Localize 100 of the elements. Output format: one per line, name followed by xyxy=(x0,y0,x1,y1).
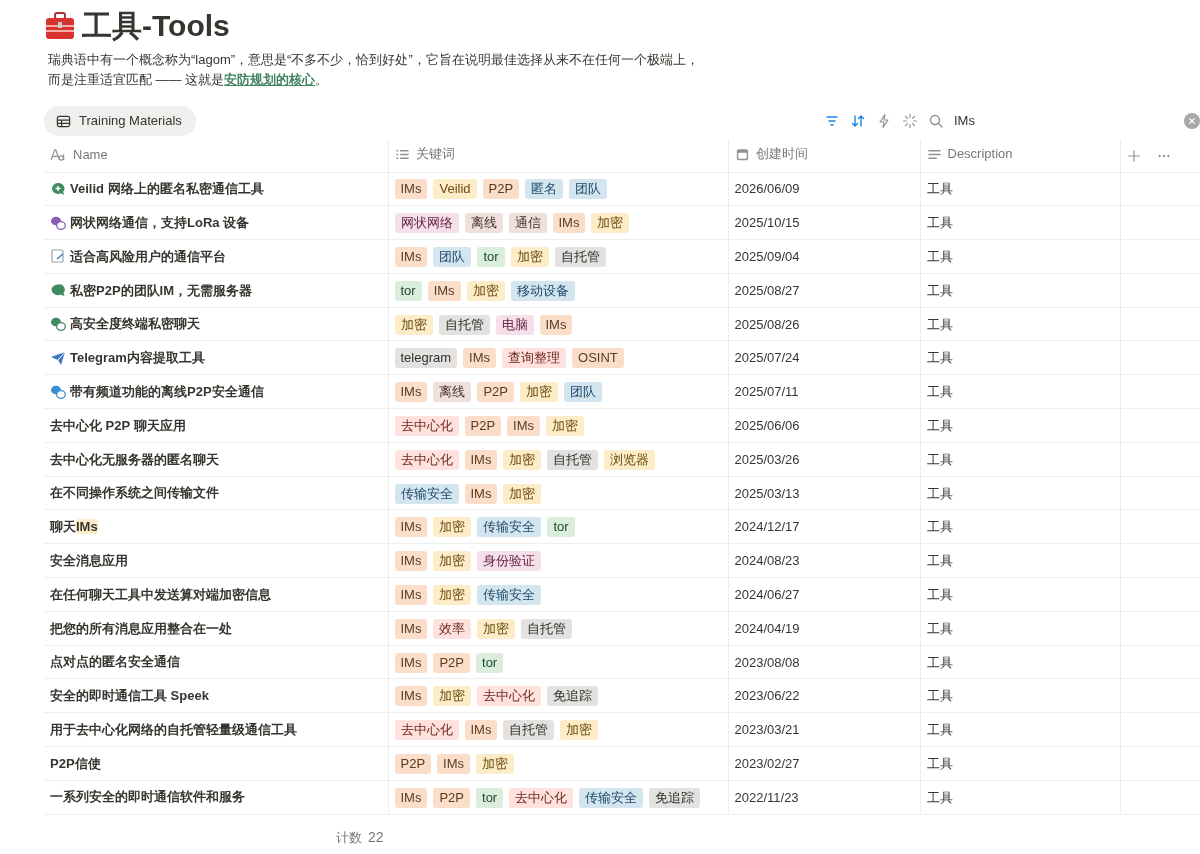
row-title[interactable]: 安全的即时通信工具 Speek xyxy=(50,686,209,706)
tag: IMs xyxy=(539,314,573,335)
tag: 匿名 xyxy=(525,179,564,200)
row-title[interactable]: 私密P2P的团队IM，无需服务器 xyxy=(70,280,252,301)
tag: 自托管 xyxy=(521,618,573,639)
tag: tor xyxy=(476,787,504,808)
description-cell: 工具 xyxy=(926,688,953,704)
row-title[interactable]: 去中心化无服务器的匿名聊天 xyxy=(50,449,219,469)
tag: 查询整理 xyxy=(502,348,567,369)
tag: IMs xyxy=(394,584,428,605)
tag: 加密 xyxy=(546,415,585,436)
clear-button[interactable] xyxy=(1184,113,1200,129)
row-title[interactable]: 在不同操作系统之间传输文件 xyxy=(50,483,219,503)
description-cell: 工具 xyxy=(926,654,953,670)
tag: IMs xyxy=(464,483,498,504)
description-cell: 工具 xyxy=(926,789,953,805)
description-cell: 工具 xyxy=(926,350,953,366)
row-title[interactable]: 在任何聊天工具中发送算对端加密信息 xyxy=(50,584,271,605)
column-header[interactable]: 创建时间 xyxy=(734,144,808,164)
row-title[interactable]: Veilid 网络上的匿名私密通信工具 xyxy=(70,179,264,199)
date-cell: 2025/09/04 xyxy=(734,249,800,264)
tag: P2P xyxy=(394,753,432,774)
row-title[interactable]: 聊天IMs xyxy=(50,517,98,537)
tag: IMs xyxy=(394,382,428,403)
column-header[interactable]: Description xyxy=(926,144,1013,164)
description-cell: 工具 xyxy=(926,417,953,433)
date-cell: 2024/04/19 xyxy=(734,620,800,636)
tag: tor xyxy=(477,247,505,267)
description-cell: 工具 xyxy=(926,181,953,197)
tag: IMs xyxy=(394,787,428,808)
tag: 离线 xyxy=(433,382,472,403)
page-description: 瑞典语中有一个概念称为“lagom”，意思是“不多不少，恰到好处”，它旨在说明最佳选择从来不在任何一个极端上， 而是注重适宜匹配 —— 这就是安防规划的核心。 xyxy=(48,51,700,89)
date-cell: 2022/11/23 xyxy=(734,789,799,805)
row-title[interactable]: 一系列安全的即时通信软件和服务 xyxy=(50,787,245,807)
tag: tor xyxy=(547,517,575,538)
description-cell: 工具 xyxy=(926,215,953,231)
tag: IMs xyxy=(394,652,428,673)
row-title[interactable]: 安全消息应用 xyxy=(50,550,128,571)
tag: 浏览器 xyxy=(604,449,656,470)
description-cell: 工具 xyxy=(926,451,953,467)
filter-icon[interactable] xyxy=(824,113,840,129)
date-cell: 2023/03/21 xyxy=(734,722,800,738)
column-header[interactable]: 关键词 xyxy=(394,144,455,164)
column-header[interactable]: Name xyxy=(50,144,108,165)
row-title[interactable]: Telegram内容提取工具 xyxy=(70,348,205,368)
tag: IMs xyxy=(427,280,461,301)
tag: 加密 xyxy=(433,584,472,605)
tag: Veilid xyxy=(433,179,477,200)
tag: 离线 xyxy=(464,213,503,234)
date-cell: 2023/06/22 xyxy=(734,688,800,704)
tag: P2P xyxy=(477,382,515,403)
row-title[interactable]: 网状网络通信，支持LoRa 设备 xyxy=(70,212,250,233)
tag: 自托管 xyxy=(554,247,606,267)
tag: 加密 xyxy=(466,280,505,301)
sparkle-icon[interactable] xyxy=(902,113,918,129)
tag: 免追踪 xyxy=(649,787,701,808)
tag: 传输安全 xyxy=(579,787,644,808)
row-title[interactable]: 带有频道功能的离线P2P安全通信 xyxy=(70,381,264,402)
row-title[interactable]: 把您的所有消息应用整合在一处 xyxy=(50,618,232,638)
tag: 传输安全 xyxy=(394,483,459,504)
date-cell: 2024/12/17 xyxy=(734,519,800,535)
add-icon[interactable] xyxy=(1126,148,1141,163)
row-title[interactable]: 去中心化 P2P 聊天应用 xyxy=(50,415,186,436)
row-title[interactable]: 高安全度终端私密聊天 xyxy=(70,314,200,334)
search-field[interactable]: IMs xyxy=(954,111,1054,131)
tag: IMs xyxy=(394,517,428,538)
tag: OSINT xyxy=(572,348,624,369)
tag: P2P xyxy=(464,415,502,436)
description-cell: 工具 xyxy=(926,316,953,332)
close-icon xyxy=(1188,117,1196,125)
row-title[interactable]: 用于去中心化网络的自托管轻量级通信工具 xyxy=(50,719,297,740)
date-cell: 2025/07/11 xyxy=(734,384,799,400)
tag: 去中心化 xyxy=(394,720,459,741)
tag: 去中心化 xyxy=(477,686,542,707)
calendar-icon xyxy=(734,146,750,162)
tag: 加密 xyxy=(503,449,542,470)
row-title[interactable]: P2P信使 xyxy=(50,753,101,774)
row-title[interactable]: 适合高风险用户的通信平台 xyxy=(70,246,226,267)
count-value: 22 xyxy=(368,827,384,847)
view-tab[interactable]: Training Materials xyxy=(44,106,196,136)
date-cell: 2024/08/23 xyxy=(734,553,800,569)
link[interactable]: 安防规划的核心 xyxy=(224,72,316,87)
text-type-icon xyxy=(50,148,67,162)
tag: 自托管 xyxy=(503,720,555,741)
tag: 去中心化 xyxy=(394,415,459,436)
chat-bubble-icon xyxy=(50,180,66,197)
description-cell: 工具 xyxy=(926,282,953,298)
date-cell: 2025/06/06 xyxy=(734,417,800,433)
tag: tor xyxy=(394,280,422,301)
tag: 传输安全 xyxy=(477,584,542,605)
date-cell: 2023/08/08 xyxy=(734,654,800,670)
tag: 电脑 xyxy=(495,314,534,335)
tag: IMs xyxy=(394,551,428,572)
description-cell: 工具 xyxy=(926,249,953,264)
date-cell: 2025/08/26 xyxy=(734,316,800,332)
search-icon xyxy=(928,113,944,129)
row-title[interactable]: 点对点的匿名安全通信 xyxy=(50,652,180,672)
date-cell: 2025/08/27 xyxy=(734,282,800,298)
tag: 团队 xyxy=(569,179,608,200)
sort-icon[interactable] xyxy=(850,113,866,129)
